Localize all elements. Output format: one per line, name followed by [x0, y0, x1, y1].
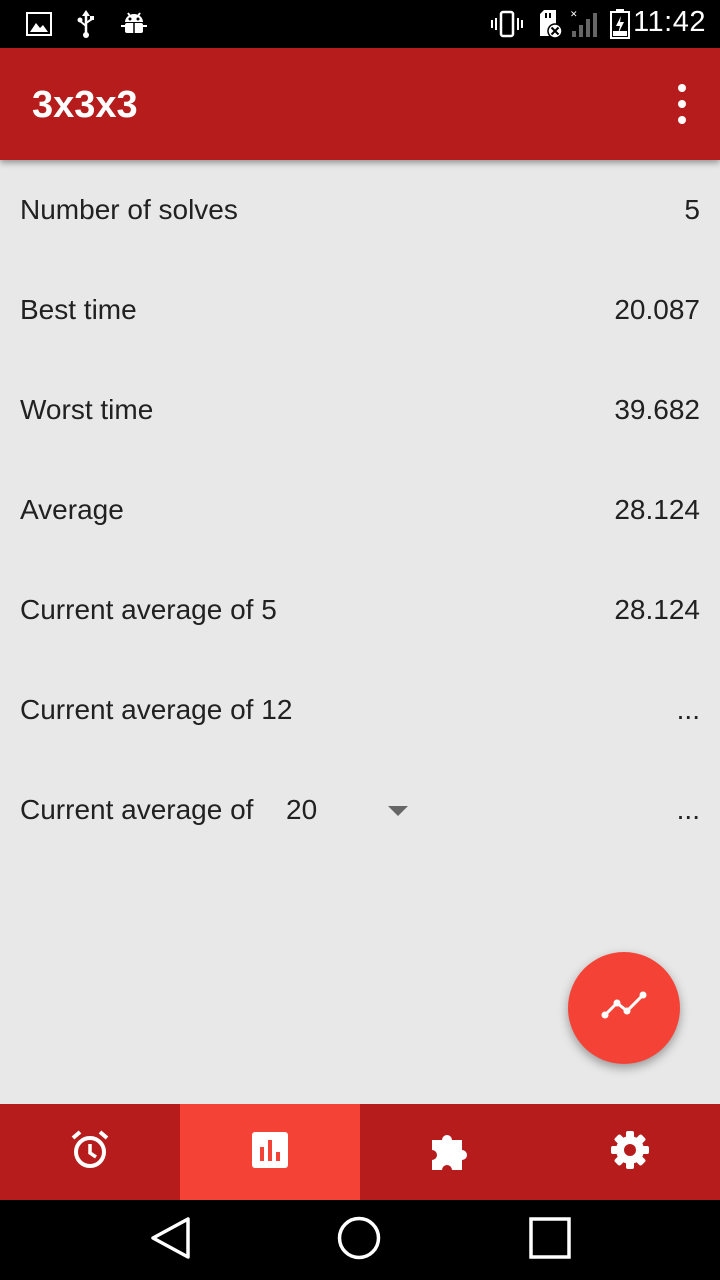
- tab-stats[interactable]: [180, 1104, 360, 1200]
- stat-row-best-time: Best time 20.087: [0, 260, 720, 360]
- stats-icon: [251, 1131, 289, 1174]
- tab-puzzle[interactable]: [360, 1104, 540, 1200]
- stat-row-worst-time: Worst time 39.682: [0, 360, 720, 460]
- more-vert-icon[interactable]: [670, 84, 694, 124]
- tab-settings[interactable]: [540, 1104, 720, 1200]
- bottom-nav: [0, 1104, 720, 1200]
- stat-value: ...: [676, 694, 700, 725]
- stat-label: Average: [20, 494, 124, 525]
- vibrate-icon: [490, 10, 524, 38]
- settings-icon: [609, 1129, 651, 1176]
- image-icon: [26, 10, 52, 38]
- stat-value: 5: [684, 194, 700, 225]
- back-button[interactable]: [146, 1216, 194, 1264]
- stat-value: 28.124: [614, 594, 700, 625]
- usb-icon: [76, 10, 96, 38]
- stat-row-average-of-12: Current average of 12 ...: [0, 660, 720, 760]
- stat-label: Worst time: [20, 394, 154, 425]
- home-circle-icon: [336, 1215, 382, 1266]
- timeline-icon: [601, 991, 647, 1026]
- stat-label: Current average of 12: [20, 694, 293, 725]
- battery-charging-icon: [610, 9, 630, 39]
- puzzle-icon: [428, 1128, 472, 1177]
- stat-row-average-of-5: Current average of 5 28.124: [0, 560, 720, 660]
- app-bar: 3x3x3: [0, 48, 720, 160]
- home-button[interactable]: [335, 1216, 383, 1264]
- stat-label: Best time: [20, 294, 137, 325]
- tab-timer[interactable]: [0, 1104, 180, 1200]
- sd-card-error-icon: [538, 10, 564, 39]
- svg-text:✕: ✕: [570, 9, 578, 19]
- stat-label: Current average of 5: [20, 594, 277, 625]
- status-bar: ✕ 11:42: [0, 0, 720, 48]
- stat-row-custom-average: Current average of 20 ...: [0, 760, 720, 860]
- stat-value: 28.124: [614, 494, 700, 525]
- recents-square-icon: [527, 1215, 573, 1266]
- stat-value: ...: [676, 794, 700, 825]
- dropdown-arrow-icon[interactable]: [388, 806, 408, 816]
- signal-icon: ✕: [570, 9, 602, 38]
- page-title: 3x3x3: [32, 84, 138, 126]
- stat-label: Number of solves: [20, 194, 238, 225]
- chart-fab-button[interactable]: [568, 952, 680, 1064]
- stat-row-number-of-solves: Number of solves 5: [0, 160, 720, 260]
- status-time: 11:42: [633, 6, 706, 38]
- recents-button[interactable]: [526, 1216, 574, 1264]
- system-nav-bar: [0, 1200, 720, 1280]
- alarm-icon: [69, 1129, 111, 1176]
- stat-value: 39.682: [614, 394, 700, 425]
- stat-label: Current average of: [20, 794, 254, 825]
- back-triangle-icon: [148, 1215, 192, 1266]
- android-debug-icon: [120, 10, 148, 38]
- stat-row-average: Average 28.124: [0, 460, 720, 560]
- average-count-dropdown[interactable]: 20: [286, 794, 317, 826]
- stat-value: 20.087: [614, 294, 700, 325]
